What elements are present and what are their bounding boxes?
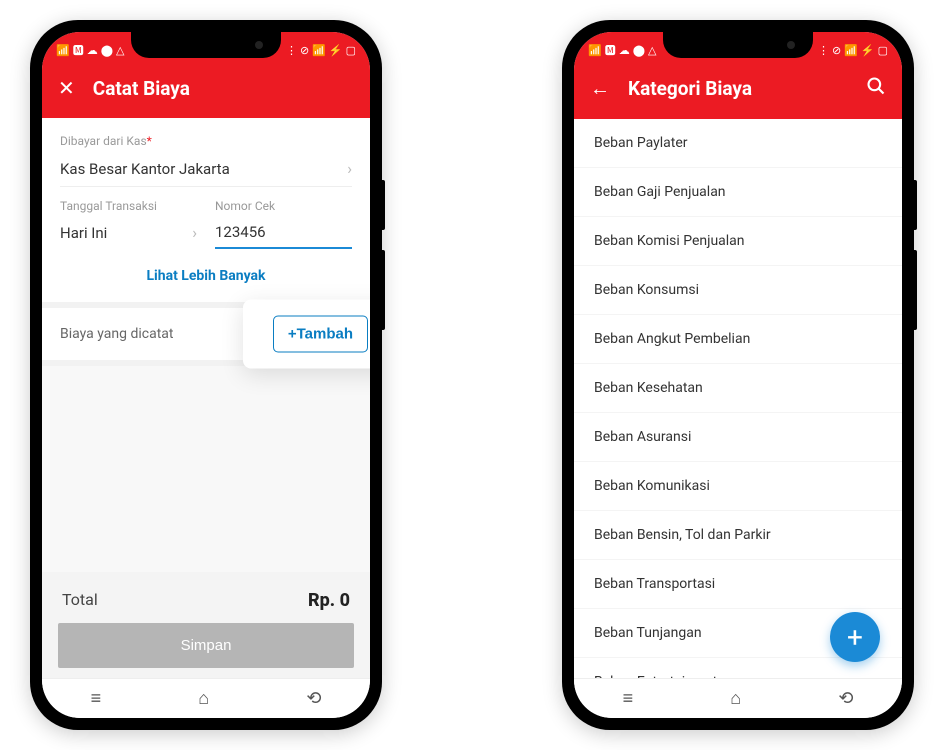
tgl-label: Tanggal Transaksi xyxy=(60,199,197,213)
content: Dibayar dari Kas* Kas Besar Kantor Jakar… xyxy=(42,118,370,678)
search-icon[interactable] xyxy=(866,76,886,101)
phone-right: 📶🅼☁⬤△ ⋮⊘📶⚡▢ ← Kategori Biaya Beban Payla… xyxy=(562,20,914,730)
nav-bar: ≡ ⌂ ⟲ xyxy=(574,678,902,718)
cek-input[interactable]: 123456 xyxy=(215,221,352,249)
page-title: Catat Biaya xyxy=(93,77,354,100)
side-button xyxy=(382,180,385,230)
status-left-icons: 📶🅼☁⬤△ xyxy=(56,42,124,58)
field-tanggal: Tanggal Transaksi Hari Ini › xyxy=(60,199,197,249)
side-button xyxy=(914,180,917,230)
kas-value: Kas Besar Kantor Jakarta xyxy=(60,160,230,178)
nav-home-icon[interactable]: ⌂ xyxy=(730,688,741,709)
kas-label: Dibayar dari Kas* xyxy=(60,134,152,148)
form-card: Dibayar dari Kas* Kas Besar Kantor Jakar… xyxy=(42,118,370,302)
fab-add-button[interactable]: + xyxy=(830,612,880,662)
category-item[interactable]: Beban Kesehatan xyxy=(574,364,902,413)
close-icon[interactable]: ✕ xyxy=(58,76,75,100)
back-arrow-icon[interactable]: ← xyxy=(590,76,610,101)
chevron-right-icon: › xyxy=(192,223,197,242)
status-left-icons: 📶🅼☁⬤△ xyxy=(588,42,656,58)
notch xyxy=(663,32,813,58)
field-cek: Nomor Cek 123456 xyxy=(215,199,352,249)
category-item[interactable]: Beban Konsumsi xyxy=(574,266,902,315)
category-item[interactable]: Beban Paylater xyxy=(574,119,902,168)
phone-left: 📶🅼☁⬤△ ⋮⊘📶⚡▢ ✕ Catat Biaya Dibayar dari K… xyxy=(30,20,382,730)
biaya-label: Biaya yang dicatat xyxy=(60,326,173,342)
nav-menu-icon[interactable]: ≡ xyxy=(91,688,102,709)
side-button xyxy=(382,250,385,330)
empty-area xyxy=(42,366,370,572)
nav-menu-icon[interactable]: ≡ xyxy=(623,688,634,709)
tambah-popout: +Tambah xyxy=(243,300,370,369)
nav-bar: ≡ ⌂ ⟲ xyxy=(42,678,370,718)
notch xyxy=(131,32,281,58)
field-kas: Dibayar dari Kas* Kas Besar Kantor Jakar… xyxy=(42,118,370,187)
footer: Total Rp. 0 Simpan xyxy=(42,572,370,678)
category-item[interactable]: Beban Komunikasi xyxy=(574,462,902,511)
biaya-section: Biaya yang dicatat +Tambah xyxy=(42,302,370,366)
tgl-value: Hari Ini xyxy=(60,224,107,242)
two-col-row: Tanggal Transaksi Hari Ini › Nomor Cek 1… xyxy=(42,187,370,249)
lihat-lebih-link[interactable]: Lihat Lebih Banyak xyxy=(146,268,265,284)
cek-label: Nomor Cek xyxy=(215,199,352,213)
status-right-icons: ⋮⊘📶⚡▢ xyxy=(286,44,356,57)
link-more-row: Lihat Lebih Banyak xyxy=(42,249,370,302)
nav-back-icon[interactable]: ⟲ xyxy=(306,688,321,709)
category-item[interactable]: Beban Asuransi xyxy=(574,413,902,462)
category-item[interactable]: Beban Angkut Pembelian xyxy=(574,315,902,364)
kas-selector[interactable]: Kas Besar Kantor Jakarta › xyxy=(60,149,352,187)
total-value: Rp. 0 xyxy=(308,590,350,611)
side-button xyxy=(914,250,917,330)
total-row: Total Rp. 0 xyxy=(58,586,354,623)
header: ✕ Catat Biaya xyxy=(42,62,370,118)
category-item[interactable]: Beban Bensin, Tol dan Parkir xyxy=(574,511,902,560)
nav-home-icon[interactable]: ⌂ xyxy=(198,688,209,709)
total-label: Total xyxy=(62,590,98,611)
status-right-icons: ⋮⊘📶⚡▢ xyxy=(818,44,888,57)
category-item[interactable]: Beban Komisi Penjualan xyxy=(574,217,902,266)
category-item[interactable]: Beban Gaji Penjualan xyxy=(574,168,902,217)
category-list[interactable]: Beban PaylaterBeban Gaji PenjualanBeban … xyxy=(574,119,902,678)
page-title: Kategori Biaya xyxy=(628,77,848,100)
screen-left: 📶🅼☁⬤△ ⋮⊘📶⚡▢ ✕ Catat Biaya Dibayar dari K… xyxy=(42,32,370,718)
screen-right: 📶🅼☁⬤△ ⋮⊘📶⚡▢ ← Kategori Biaya Beban Payla… xyxy=(574,32,902,718)
content: Beban PaylaterBeban Gaji PenjualanBeban … xyxy=(574,119,902,678)
category-item[interactable]: Beban Transportasi xyxy=(574,560,902,609)
chevron-right-icon: › xyxy=(347,159,352,178)
simpan-button[interactable]: Simpan xyxy=(58,623,354,668)
nav-back-icon[interactable]: ⟲ xyxy=(838,688,853,709)
header: ← Kategori Biaya xyxy=(574,62,902,119)
tanggal-selector[interactable]: Hari Ini › xyxy=(60,221,197,249)
tambah-button[interactable]: +Tambah xyxy=(273,316,368,353)
